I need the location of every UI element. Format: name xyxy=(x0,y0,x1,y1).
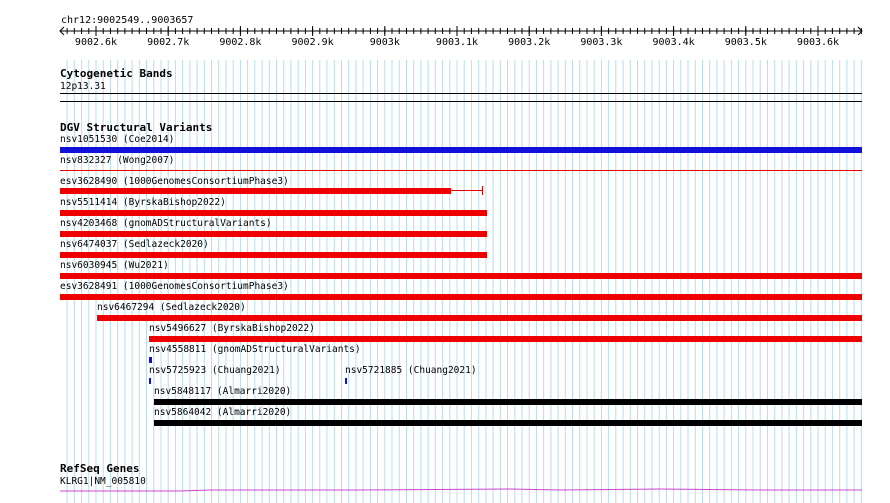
dgv-feature-bar[interactable] xyxy=(60,188,451,194)
dgv-feature-end-tick xyxy=(482,186,483,195)
dgv-feature-bar[interactable] xyxy=(60,294,862,300)
ruler-tick-label: 9002.8k xyxy=(219,37,261,48)
ruler-tick-label: 9003.5k xyxy=(725,37,767,48)
ruler-tick-label: 9003.1k xyxy=(436,37,478,48)
dgv-feature-bar[interactable] xyxy=(149,357,152,363)
dgv-feature-bar[interactable] xyxy=(60,210,487,216)
ruler-tick-label: 9003.4k xyxy=(653,37,695,48)
dgv-feature-label[interactable]: nsv6474037 (Sedlazeck2020) xyxy=(60,239,209,250)
dgv-feature-label[interactable]: nsv5725923 (Chuang2021) xyxy=(149,365,281,376)
dgv-feature-bar[interactable] xyxy=(60,170,862,171)
track-title-cytoband[interactable]: Cytogenetic Bands xyxy=(60,68,173,79)
ruler-tick-label: 9002.7k xyxy=(147,37,189,48)
refseq-gene-feature[interactable] xyxy=(60,486,862,496)
ruler-tick-label: 9003k xyxy=(370,37,400,48)
track-separator xyxy=(60,101,862,102)
track-title-dgv[interactable]: DGV Structural Variants xyxy=(60,122,212,133)
dgv-feature-bar[interactable] xyxy=(60,273,862,279)
dgv-feature-label[interactable]: nsv5496627 (ByrskaBishop2022) xyxy=(149,323,315,334)
dgv-feature-label[interactable]: nsv1051530 (Coe2014) xyxy=(60,134,174,145)
dgv-feature-bar[interactable] xyxy=(154,399,862,405)
dgv-feature-label[interactable]: nsv6030945 (Wu2021) xyxy=(60,260,169,271)
dgv-feature-bar[interactable] xyxy=(60,147,862,153)
cytoband-label[interactable]: 12p13.31 xyxy=(60,81,106,92)
dgv-feature-label[interactable]: nsv4558811 (gnomADStructuralVariants) xyxy=(149,344,361,355)
dgv-feature-label[interactable]: nsv4203468 (gnomADStructuralVariants) xyxy=(60,218,272,229)
dgv-feature-label[interactable]: nsv5864042 (Almarri2020) xyxy=(154,407,291,418)
dgv-feature-bar[interactable] xyxy=(97,315,862,321)
ruler-tick-label: 9002.9k xyxy=(292,37,334,48)
ruler-tick-label: 9003.2k xyxy=(508,37,550,48)
dgv-feature-bar[interactable] xyxy=(60,252,487,258)
dgv-feature-extension[interactable] xyxy=(451,190,483,191)
dgv-feature-bar[interactable] xyxy=(149,378,151,384)
ruler-tick-label: 9003.6k xyxy=(797,37,839,48)
ruler-tick-label: 9002.6k xyxy=(75,37,117,48)
dgv-feature-bar[interactable] xyxy=(60,231,487,237)
dgv-feature-label[interactable]: nsv6467294 (Sedlazeck2020) xyxy=(97,302,246,313)
dgv-feature-bar[interactable] xyxy=(154,420,862,426)
dgv-feature-label[interactable]: nsv5511414 (ByrskaBishop2022) xyxy=(60,197,226,208)
dgv-feature-bar[interactable] xyxy=(345,378,347,384)
dgv-feature-label[interactable]: esv3628490 (1000GenomesConsortiumPhase3) xyxy=(60,176,289,187)
dgv-feature-bar[interactable] xyxy=(149,336,862,342)
track-title-refseq[interactable]: RefSeq Genes xyxy=(60,463,139,474)
ruler-tick-label: 9003.3k xyxy=(580,37,622,48)
dgv-feature-label[interactable]: nsv5721885 (Chuang2021) xyxy=(345,365,477,376)
coordinate-ruler[interactable]: 9002.6k 9002.7k 9002.8k 9002.9k 9003k 9003.1k… xyxy=(0,0,890,60)
dgv-feature-label[interactable]: nsv5848117 (Almarri2020) xyxy=(154,386,291,397)
cytoband-band-line[interactable] xyxy=(60,93,862,94)
dgv-feature-label[interactable]: nsv832327 (Wong2007) xyxy=(60,155,174,166)
dgv-feature-label[interactable]: esv3628491 (1000GenomesConsortiumPhase3) xyxy=(60,281,289,292)
ruler-position: chr12:9002549..9003657 xyxy=(61,15,194,26)
